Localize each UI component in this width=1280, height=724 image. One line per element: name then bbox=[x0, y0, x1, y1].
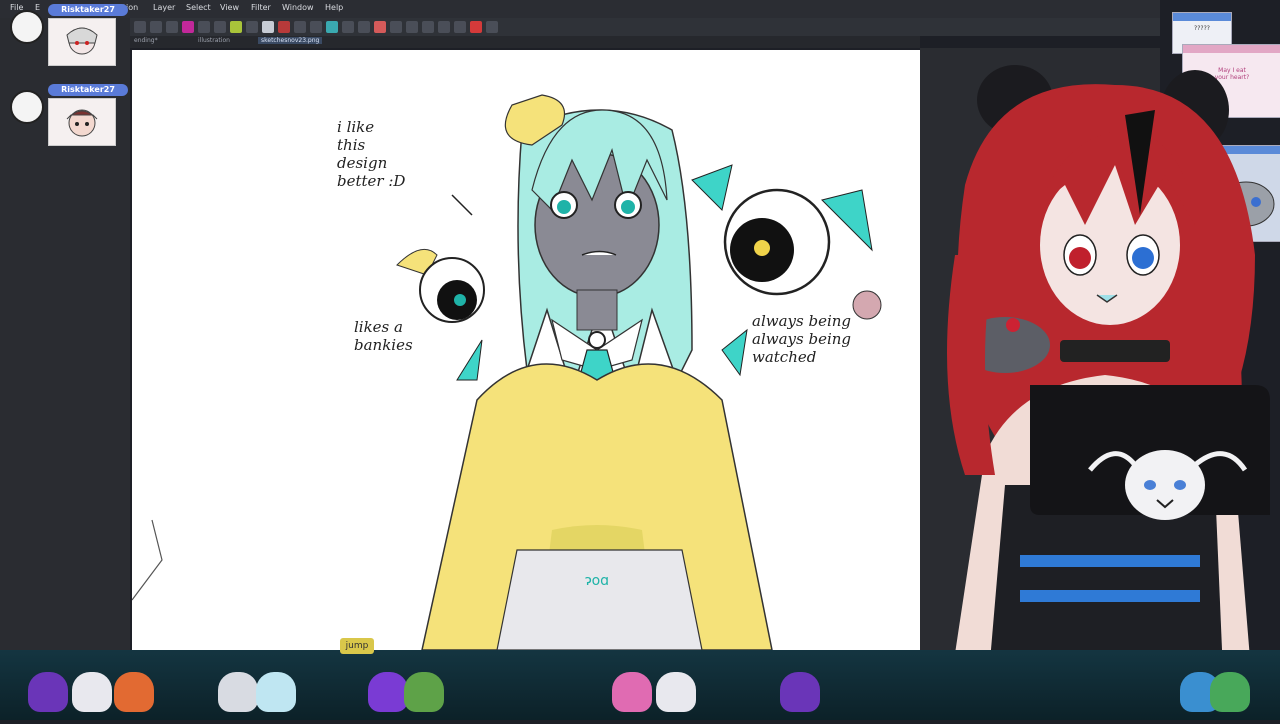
tab-sketchesnov23[interactable]: sketchesnov23.png bbox=[258, 37, 323, 44]
stream-pet-bar: jump bbox=[0, 638, 1280, 720]
stream-pet bbox=[404, 672, 444, 712]
layer-icon[interactable] bbox=[262, 21, 274, 33]
menu-layer[interactable]: Layer bbox=[153, 3, 175, 12]
ruler-icon[interactable] bbox=[406, 21, 418, 33]
close-panel-icon[interactable] bbox=[470, 21, 482, 33]
menu-view[interactable]: View bbox=[220, 3, 239, 12]
stream-pet bbox=[1210, 672, 1250, 712]
chat-avatar-icon bbox=[10, 90, 44, 124]
annotation-left: likes a bankies bbox=[354, 318, 413, 354]
tab-illustration[interactable]: illustration bbox=[198, 37, 230, 44]
flip-icon[interactable] bbox=[422, 21, 434, 33]
stream-pet bbox=[256, 672, 296, 712]
menu-window[interactable]: Window bbox=[282, 3, 314, 12]
stream-pet bbox=[656, 672, 696, 712]
stream-pet bbox=[28, 672, 68, 712]
vtuber-avatar bbox=[925, 55, 1280, 720]
stream-pet bbox=[218, 672, 258, 712]
svg-text:ɂoɑ: ɂoɑ bbox=[585, 573, 609, 589]
stream-pet bbox=[612, 672, 652, 712]
rotate-tool-icon[interactable] bbox=[326, 21, 338, 33]
pencil-tool-icon[interactable] bbox=[150, 21, 162, 33]
stream-pet bbox=[114, 672, 154, 712]
tab-ending[interactable]: ending* bbox=[134, 37, 158, 44]
menu-select[interactable]: Select bbox=[186, 3, 211, 12]
drawing-canvas[interactable]: ɂoɑ i like this design better :D likes a… bbox=[132, 50, 920, 650]
settings-icon[interactable] bbox=[486, 21, 498, 33]
menu-bar: File E ation Layer Select View Filter Wi… bbox=[0, 0, 1160, 19]
jump-label: jump bbox=[340, 638, 374, 654]
eraser-tool-icon[interactable] bbox=[198, 21, 210, 33]
menu-filter[interactable]: Filter bbox=[251, 3, 271, 12]
chat-username: Risktaker27 bbox=[48, 84, 128, 96]
annotation-top-left: i like this design better :D bbox=[337, 118, 406, 190]
stream-pet bbox=[72, 672, 112, 712]
chat-username: Risktaker27 bbox=[48, 4, 128, 16]
grid-icon[interactable] bbox=[390, 21, 402, 33]
chat-avatar-icon bbox=[10, 10, 44, 44]
zoom-tool-icon[interactable] bbox=[342, 21, 354, 33]
hand-tool-icon[interactable] bbox=[294, 21, 306, 33]
tool-bar bbox=[130, 18, 1160, 36]
brush-tool-icon[interactable] bbox=[166, 21, 178, 33]
chat-sticker-image bbox=[48, 18, 116, 66]
pen-tool-icon[interactable] bbox=[134, 21, 146, 33]
chat-sticker-image bbox=[48, 98, 116, 146]
eyeball-creature-right bbox=[691, 164, 873, 296]
menu-help[interactable]: Help bbox=[325, 3, 343, 12]
popup-small-title: ????? bbox=[1194, 25, 1210, 32]
text-tool-icon[interactable] bbox=[310, 21, 322, 33]
transform-icon[interactable] bbox=[438, 21, 450, 33]
eyeball-creature-left bbox=[396, 248, 485, 323]
move-tool-icon[interactable] bbox=[246, 21, 258, 33]
record-icon[interactable] bbox=[278, 21, 290, 33]
lasso-icon[interactable] bbox=[454, 21, 466, 33]
select-tool-icon[interactable] bbox=[358, 21, 370, 33]
blend-tool-icon[interactable] bbox=[230, 21, 242, 33]
annotation-right: always being always being watched bbox=[752, 312, 852, 366]
color-picker-icon[interactable] bbox=[182, 21, 194, 33]
chat-message: Risktaker27 bbox=[10, 4, 128, 66]
fill-tool-icon[interactable] bbox=[214, 21, 226, 33]
delete-icon[interactable] bbox=[374, 21, 386, 33]
chat-message: Risktaker27 bbox=[10, 84, 128, 146]
document-tabs: ending* illustration sketchesnov23.png bbox=[130, 36, 920, 48]
stream-pet bbox=[780, 672, 820, 712]
stream-pet bbox=[368, 672, 408, 712]
